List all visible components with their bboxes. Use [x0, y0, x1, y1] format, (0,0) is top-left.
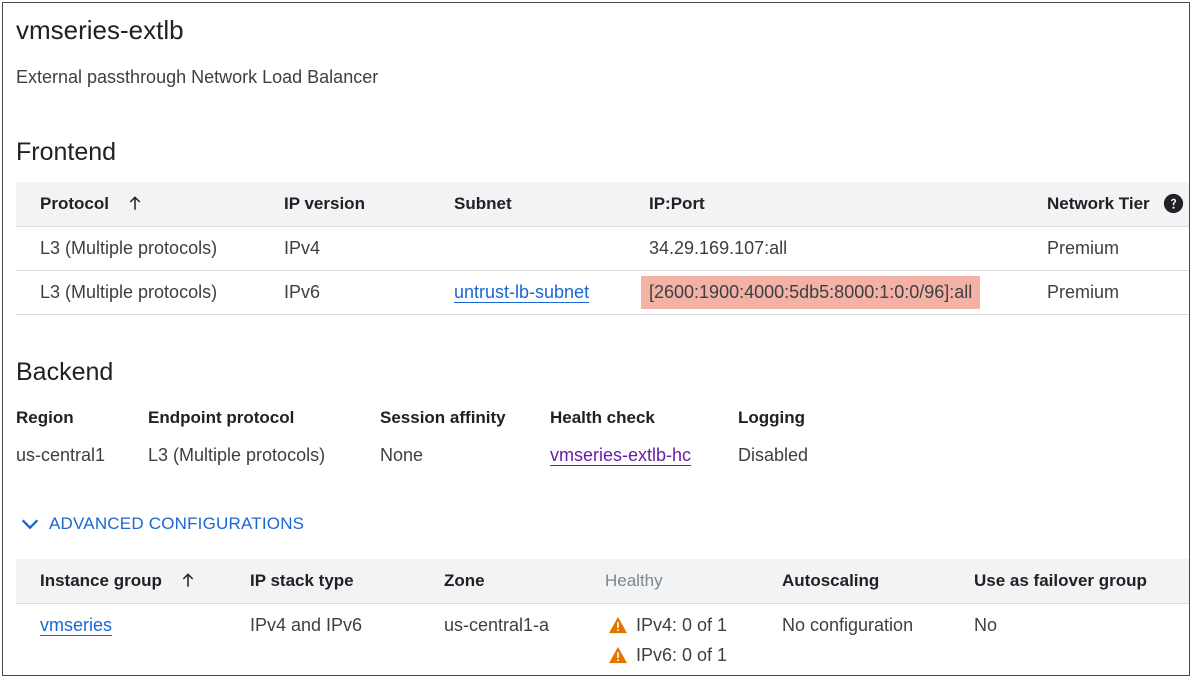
- cell-autoscaling: No configuration: [782, 615, 914, 635]
- page-title: vmseries-extlb: [16, 15, 184, 45]
- col-ip-port-header: IP:Port: [649, 194, 705, 213]
- endpoint-protocol-value: L3 (Multiple protocols): [148, 445, 326, 465]
- frontend-table-header: Protocol IP version Subnet IP:Port Netwo…: [16, 182, 1189, 227]
- health-check-label: Health check: [550, 408, 655, 427]
- col-protocol-header[interactable]: Protocol: [40, 194, 144, 214]
- page-subtitle: External passthrough Network Load Balanc…: [16, 67, 379, 87]
- cell-ip-port: 34.29.169.107:all: [649, 238, 788, 258]
- cell-subnet: untrust-lb-subnet: [454, 282, 589, 303]
- cell-healthy-ipv4: IPv4: 0 of 1: [608, 615, 727, 636]
- advanced-configurations-label: ADVANCED CONFIGURATIONS: [49, 514, 305, 533]
- session-affinity-value: None: [380, 445, 424, 465]
- col-subnet-header: Subnet: [454, 194, 512, 213]
- cell-protocol: L3 (Multiple protocols): [40, 238, 218, 258]
- col-healthy-header: Healthy: [605, 571, 663, 590]
- help-circle-icon[interactable]: [1163, 193, 1184, 214]
- arrow-up-icon: [182, 573, 193, 587]
- frontend-row: L3 (Multiple protocols) IPv6 untrust-lb-…: [16, 271, 1189, 315]
- cell-ip-version: IPv6: [284, 282, 321, 302]
- col-ip-stack-type-header: IP stack type: [250, 571, 354, 590]
- warning-triangle-icon: [609, 616, 627, 634]
- ip-port-highlighted: [2600:1900:4000:5db5:8000:1:0:0/96]:all: [641, 276, 981, 309]
- endpoint-protocol-label: Endpoint protocol: [148, 408, 295, 427]
- cell-ip-version: IPv4: [284, 238, 321, 258]
- instance-group-table-header: Instance group IP stack type Zone Health…: [16, 559, 1189, 604]
- health-check-link[interactable]: vmseries-extlb-hc: [550, 445, 691, 465]
- region-label: Region: [16, 408, 74, 427]
- col-failover-header: Use as failover group: [974, 571, 1147, 590]
- chevron-down-icon: [21, 519, 39, 530]
- col-instance-group-label: Instance group: [40, 571, 162, 590]
- health-check-value: vmseries-extlb-hc: [550, 445, 691, 466]
- col-ip-version-header: IP version: [284, 194, 365, 213]
- advanced-configurations-toggle[interactable]: ADVANCED CONFIGURATIONS: [19, 513, 304, 535]
- healthy-ipv4-text: IPv4: 0 of 1: [636, 615, 728, 635]
- frontend-section-title: Frontend: [16, 138, 117, 166]
- arrow-up-icon: [129, 196, 140, 210]
- cell-network-tier: Premium: [1047, 282, 1120, 302]
- cell-healthy-ipv6: IPv6: 0 of 1: [608, 645, 727, 666]
- cell-instance-group: vmseries: [40, 615, 112, 636]
- col-zone-header: Zone: [444, 571, 485, 590]
- col-autoscaling-header: Autoscaling: [782, 571, 880, 590]
- subnet-link[interactable]: untrust-lb-subnet: [454, 282, 589, 302]
- col-instance-group-header[interactable]: Instance group: [40, 571, 197, 591]
- instance-group-row: vmseries IPv4 and IPv6 us-central1-a IPv…: [16, 604, 1189, 675]
- healthy-ipv6-text: IPv6: 0 of 1: [636, 645, 728, 665]
- cell-protocol: L3 (Multiple protocols): [40, 282, 218, 302]
- cell-ip-stack-type: IPv4 and IPv6: [250, 615, 363, 635]
- cell-ip-port: [2600:1900:4000:5db5:8000:1:0:0/96]:all: [641, 276, 981, 309]
- logging-label: Logging: [738, 408, 806, 427]
- backend-section-title: Backend: [16, 358, 114, 386]
- logging-value: Disabled: [738, 445, 809, 465]
- col-protocol-label: Protocol: [40, 194, 109, 213]
- frontend-row: L3 (Multiple protocols) IPv4 34.29.169.1…: [16, 227, 1189, 271]
- session-affinity-label: Session affinity: [380, 408, 506, 427]
- cell-failover: No: [974, 615, 998, 635]
- col-network-tier-header: Network Tier: [1047, 194, 1150, 213]
- instance-group-link[interactable]: vmseries: [40, 615, 112, 635]
- region-value: us-central1: [16, 445, 106, 465]
- cell-zone: us-central1-a: [444, 615, 550, 635]
- load-balancer-details-panel: vmseries-extlb External passthrough Netw…: [2, 2, 1190, 676]
- warning-triangle-icon: [609, 646, 627, 664]
- cell-network-tier: Premium: [1047, 238, 1120, 258]
